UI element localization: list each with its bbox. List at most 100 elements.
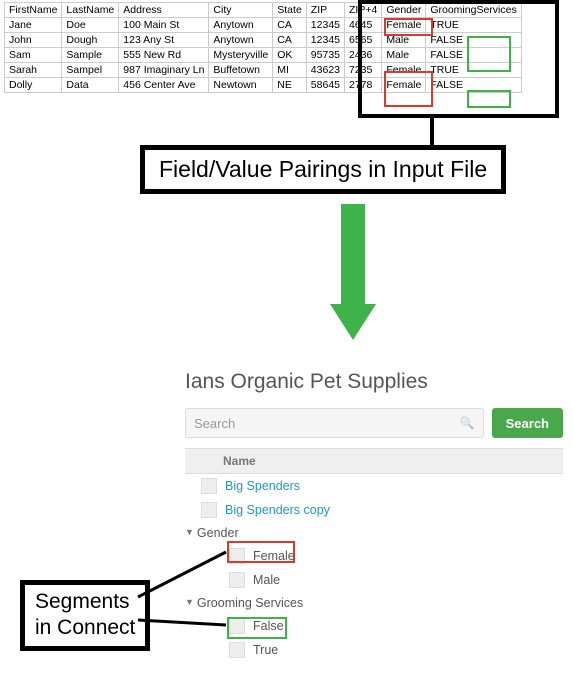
arrow-head bbox=[330, 304, 376, 340]
search-button[interactable]: Search bbox=[492, 408, 563, 438]
table-cell: 4645 bbox=[345, 18, 382, 33]
expand-icon[interactable]: ▼ bbox=[185, 597, 194, 607]
checkbox[interactable] bbox=[229, 618, 245, 634]
list-item[interactable]: Big Spenders copy bbox=[185, 498, 563, 522]
table-cell: Female bbox=[382, 78, 426, 93]
table-cell: Doe bbox=[62, 18, 119, 33]
table-row: SamSample555 New RdMysteryvilleOK9573524… bbox=[5, 48, 522, 63]
table-row: DollyData456 Center AveNewtownNE58645277… bbox=[5, 78, 522, 93]
table-row: JaneDoe100 Main StAnytownCA123454645Fema… bbox=[5, 18, 522, 33]
arrow-body bbox=[341, 204, 365, 304]
panel-title: Ians Organic Pet Supplies bbox=[185, 370, 563, 394]
table-cell: 123 Any St bbox=[119, 33, 209, 48]
table-cell: 2778 bbox=[345, 78, 382, 93]
table-cell: TRUE bbox=[426, 63, 521, 78]
list-item[interactable]: Male bbox=[185, 568, 563, 592]
callout-segments-line1: Segments bbox=[35, 589, 135, 615]
segment-false[interactable]: False bbox=[253, 619, 284, 633]
table-cell: NE bbox=[273, 78, 307, 93]
table-cell: FALSE bbox=[426, 48, 521, 63]
table-cell: 7235 bbox=[345, 63, 382, 78]
table-cell: 555 New Rd bbox=[119, 48, 209, 63]
table-cell: 6565 bbox=[345, 33, 382, 48]
table-row: SarahSampel987 Imaginary LnBuffetownMI43… bbox=[5, 63, 522, 78]
segment-big-spenders-copy[interactable]: Big Spenders copy bbox=[225, 503, 330, 517]
table-cell: FALSE bbox=[426, 33, 521, 48]
table-cell: CA bbox=[273, 33, 307, 48]
list-item-group-grooming[interactable]: ▼ Grooming Services bbox=[185, 592, 563, 614]
callout-segments-line2: in Connect bbox=[35, 615, 135, 641]
checkbox[interactable] bbox=[229, 642, 245, 658]
list-item[interactable]: False bbox=[185, 614, 563, 638]
table-cell: 2436 bbox=[345, 48, 382, 63]
col-grooming: GroomingServices bbox=[426, 3, 521, 18]
table-cell: OK bbox=[273, 48, 307, 63]
col-city: City bbox=[209, 3, 273, 18]
group-gender-label: Gender bbox=[197, 526, 239, 540]
table-cell: Sample bbox=[62, 48, 119, 63]
table-cell: Sampel bbox=[62, 63, 119, 78]
list-item[interactable]: Female bbox=[185, 544, 563, 568]
table-cell: 12345 bbox=[306, 18, 344, 33]
table-cell: Sam bbox=[5, 48, 62, 63]
search-row: Search 🔍 Search bbox=[185, 408, 563, 438]
table-cell: Sarah bbox=[5, 63, 62, 78]
checkbox[interactable] bbox=[229, 548, 245, 564]
table-cell: Anytown bbox=[209, 33, 273, 48]
table-cell: Data bbox=[62, 78, 119, 93]
table-cell: Female bbox=[382, 63, 426, 78]
table-cell: 987 Imaginary Ln bbox=[119, 63, 209, 78]
spreadsheet-table: FirstName LastName Address City State ZI… bbox=[4, 2, 522, 93]
table-header-row: FirstName LastName Address City State ZI… bbox=[5, 3, 522, 18]
segment-male[interactable]: Male bbox=[253, 573, 280, 587]
search-icon: 🔍 bbox=[460, 416, 475, 430]
callout-segments: Segments in Connect bbox=[20, 580, 150, 651]
col-firstname: FirstName bbox=[5, 3, 62, 18]
segment-big-spenders[interactable]: Big Spenders bbox=[225, 479, 300, 493]
table-cell: Buffetown bbox=[209, 63, 273, 78]
table-cell: Dolly bbox=[5, 78, 62, 93]
col-address: Address bbox=[119, 3, 209, 18]
checkbox[interactable] bbox=[201, 478, 217, 494]
list-item-group-gender[interactable]: ▼ Gender bbox=[185, 522, 563, 544]
table-cell: TRUE bbox=[426, 18, 521, 33]
table-cell: Dough bbox=[62, 33, 119, 48]
table-cell: Male bbox=[382, 48, 426, 63]
table-cell: Female bbox=[382, 18, 426, 33]
col-gender: Gender bbox=[382, 3, 426, 18]
col-lastname: LastName bbox=[62, 3, 119, 18]
expand-icon[interactable]: ▼ bbox=[185, 527, 194, 537]
connector-callout1 bbox=[430, 115, 434, 145]
col-state: State bbox=[273, 3, 307, 18]
list-item[interactable]: Big Spenders bbox=[185, 474, 563, 498]
list-header-name: Name bbox=[185, 448, 563, 474]
search-input[interactable]: Search 🔍 bbox=[185, 408, 484, 438]
table-cell: 456 Center Ave bbox=[119, 78, 209, 93]
segment-list: Big Spenders Big Spenders copy ▼ Gender … bbox=[185, 474, 563, 662]
checkbox[interactable] bbox=[229, 572, 245, 588]
segments-panel: Ians Organic Pet Supplies Search 🔍 Searc… bbox=[185, 370, 563, 662]
table-cell: Male bbox=[382, 33, 426, 48]
checkbox[interactable] bbox=[201, 502, 217, 518]
segment-female[interactable]: Female bbox=[253, 549, 295, 563]
table-cell: FALSE bbox=[426, 78, 521, 93]
table-cell: John bbox=[5, 33, 62, 48]
table-cell: CA bbox=[273, 18, 307, 33]
table-cell: 43623 bbox=[306, 63, 344, 78]
table-row: JohnDough123 Any StAnytownCA123456565Mal… bbox=[5, 33, 522, 48]
table-cell: Jane bbox=[5, 18, 62, 33]
list-item[interactable]: True bbox=[185, 638, 563, 662]
table-cell: Newtown bbox=[209, 78, 273, 93]
table-cell: 100 Main St bbox=[119, 18, 209, 33]
callout-pairings: Field/Value Pairings in Input File bbox=[140, 145, 506, 194]
col-zip: ZIP bbox=[306, 3, 344, 18]
table-cell: 12345 bbox=[306, 33, 344, 48]
search-placeholder: Search bbox=[194, 416, 235, 431]
col-zip4: ZIP+4 bbox=[345, 3, 382, 18]
table-cell: MI bbox=[273, 63, 307, 78]
table-cell: 58645 bbox=[306, 78, 344, 93]
segment-true[interactable]: True bbox=[253, 643, 278, 657]
group-grooming-label: Grooming Services bbox=[197, 596, 303, 610]
table-cell: Anytown bbox=[209, 18, 273, 33]
table-cell: 95735 bbox=[306, 48, 344, 63]
